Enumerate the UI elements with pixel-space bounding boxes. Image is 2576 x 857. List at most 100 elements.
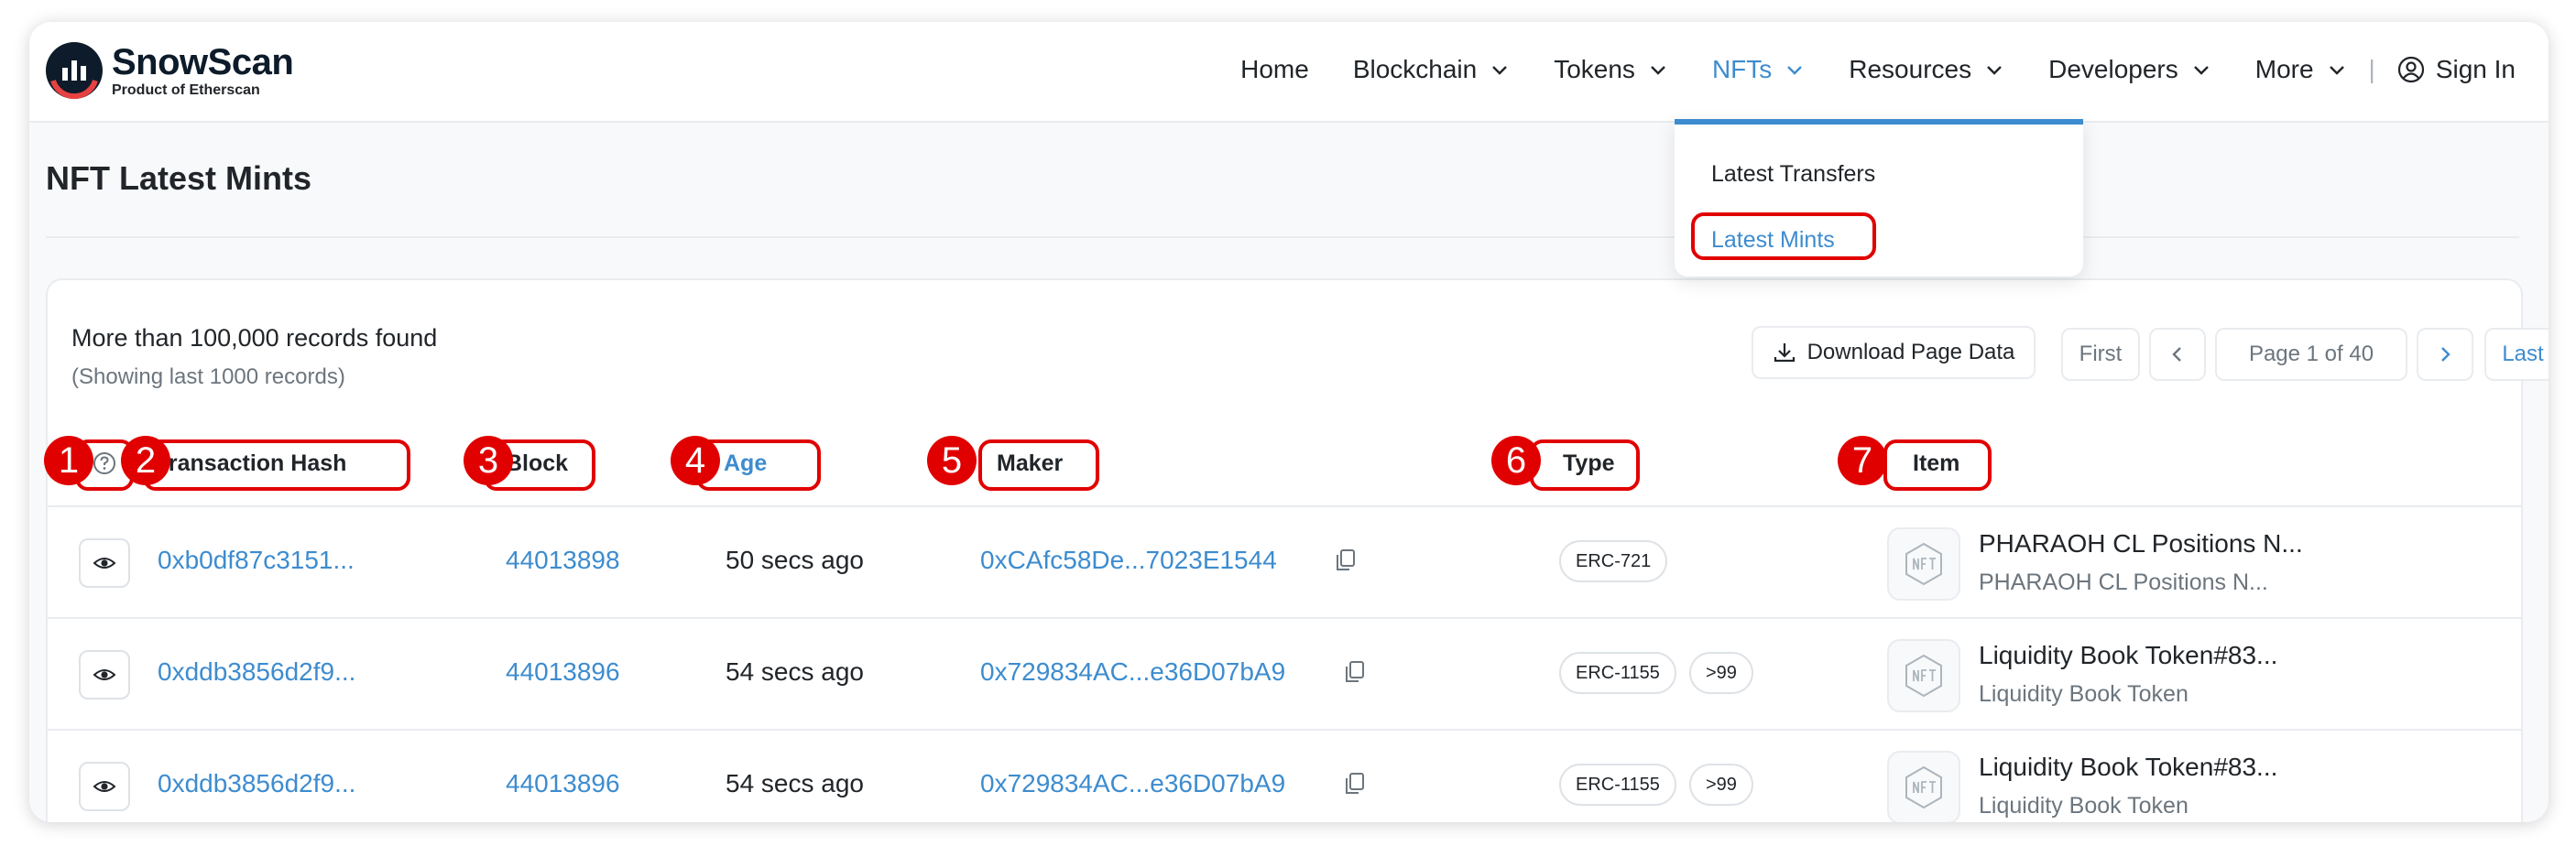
preview-button[interactable]: [79, 538, 130, 588]
nav-separator: |: [2368, 55, 2375, 83]
nft-hexagon-icon: [1905, 542, 1942, 586]
last-page-button[interactable]: Last: [2484, 328, 2549, 381]
eye-icon: [93, 781, 116, 792]
item-collection: Liquidity Book Token: [1979, 681, 2189, 707]
nft-hexagon-icon: [1905, 654, 1942, 698]
highlight-box: [978, 439, 1099, 491]
item-title[interactable]: Liquidity Book Token#83...: [1979, 753, 2277, 782]
block-link[interactable]: 44013896: [506, 657, 620, 687]
records-count: More than 100,000 records found: [71, 324, 438, 352]
tx-hash-link[interactable]: 0xddb3856d2f9...: [158, 769, 355, 798]
browser-window: SnowScan Product of Etherscan Home Block…: [29, 22, 2549, 822]
table-row: 0xddb3856d2f9... 44013896 54 secs ago 0x…: [48, 619, 2521, 731]
nav-home[interactable]: Home: [1240, 55, 1309, 84]
preview-button[interactable]: [79, 762, 130, 811]
token-type-badge: ERC-721: [1559, 540, 1668, 582]
eye-icon: [93, 558, 116, 569]
mints-card: More than 100,000 records found (Showing…: [44, 278, 2549, 822]
nav-tokens-label: Tokens: [1554, 55, 1635, 83]
download-page-data-button[interactable]: Download Page Data: [1752, 326, 2036, 379]
block-link[interactable]: 44013898: [506, 546, 620, 575]
item-title[interactable]: Liquidity Book Token#83...: [1979, 641, 2277, 670]
annotation-badge-3: 3: [464, 436, 513, 485]
copy-icon[interactable]: [1343, 771, 1367, 797]
nav-blockchain[interactable]: Blockchain: [1353, 55, 1510, 84]
nft-placeholder-icon: [1887, 751, 1960, 822]
nav-blockchain-label: Blockchain: [1352, 55, 1478, 83]
menu-item-latest-transfers[interactable]: Latest Transfers: [1711, 161, 1875, 188]
token-type-badge: ERC-1155: [1559, 764, 1676, 806]
snowscan-logo-icon: [46, 42, 103, 100]
chevron-down-icon: [1492, 66, 1508, 75]
table-row: 0xddb3856d2f9... 44013896 54 secs ago 0x…: [48, 731, 2521, 822]
tx-hash-link[interactable]: 0xb0df87c3151...: [158, 546, 355, 575]
annotation-badge-6: 6: [1491, 436, 1541, 485]
chevron-down-icon: [2193, 66, 2209, 75]
chevron-right-icon: [2441, 347, 2450, 362]
prev-page-button[interactable]: [2149, 328, 2206, 381]
annotation-badge-5: 5: [927, 436, 977, 485]
preview-button[interactable]: [79, 650, 130, 700]
token-count-badge: >99: [1689, 764, 1753, 806]
nft-placeholder-icon: [1887, 527, 1960, 601]
nav-resources[interactable]: Resources: [1849, 55, 2004, 84]
page-indicator: Page 1 of 40: [2215, 328, 2407, 381]
copy-icon[interactable]: [1334, 548, 1358, 573]
logo[interactable]: SnowScan Product of Etherscan: [44, 40, 294, 101]
annotation-badge-4: 4: [671, 436, 720, 485]
site-header: SnowScan Product of Etherscan Home Block…: [29, 22, 2549, 123]
age-value: 54 secs ago: [726, 769, 864, 797]
item-title[interactable]: PHARAOH CL Positions N...: [1979, 529, 2303, 559]
nav-developers-label: Developers: [2048, 55, 2178, 83]
nav-nfts[interactable]: NFTs: [1712, 55, 1805, 84]
item-collection: PHARAOH CL Positions N...: [1979, 570, 2268, 595]
annotation-badge-7: 7: [1838, 436, 1887, 485]
tx-hash-link[interactable]: 0xddb3856d2f9...: [158, 657, 355, 687]
nav-home-label: Home: [1240, 55, 1309, 83]
chevron-left-icon: [2172, 347, 2181, 362]
nfts-dropdown-menu: Latest Transfers Latest Mints: [1675, 119, 2083, 277]
highlight-box: [1530, 439, 1640, 491]
user-circle-icon: [2397, 56, 2424, 83]
first-page-button[interactable]: First: [2061, 328, 2140, 381]
annotation-badge-1: 1: [44, 436, 93, 485]
download-label: Download Page Data: [1806, 340, 2015, 364]
table-row: 0xb0df87c3151... 44013898 50 secs ago 0x…: [48, 507, 2521, 619]
age-value: 54 secs ago: [726, 657, 864, 686]
maker-link[interactable]: 0xCAfc58De...7023E1544: [980, 546, 1277, 575]
highlight-box: [1691, 212, 1876, 260]
main-nav: Home Blockchain Tokens NFTs Resources De…: [1196, 55, 2516, 84]
download-icon: [1774, 343, 1795, 363]
item-collection: Liquidity Book Token: [1979, 793, 2189, 819]
block-link[interactable]: 44013896: [506, 769, 620, 798]
nav-more[interactable]: More: [2255, 55, 2347, 84]
nft-hexagon-icon: [1905, 765, 1942, 809]
nav-resources-label: Resources: [1849, 55, 1972, 83]
nft-placeholder-icon: [1887, 639, 1960, 712]
chevron-down-icon: [1987, 66, 2002, 75]
chevron-down-icon: [1787, 66, 1803, 75]
nav-tokens[interactable]: Tokens: [1554, 55, 1668, 84]
sign-in-label: Sign In: [2435, 55, 2516, 83]
annotation-badge-2: 2: [121, 436, 170, 485]
next-page-button[interactable]: [2417, 328, 2473, 381]
maker-link[interactable]: 0x729834AC...e36D07bA9: [980, 769, 1285, 798]
chevron-down-icon: [1651, 66, 1665, 75]
eye-icon: [93, 669, 116, 680]
page-title: NFT Latest Mints: [46, 159, 312, 197]
token-count-badge: >99: [1689, 652, 1753, 694]
nav-more-label: More: [2254, 55, 2314, 83]
age-value: 50 secs ago: [726, 546, 864, 574]
copy-icon[interactable]: [1343, 659, 1367, 685]
highlight-box: [1883, 439, 1992, 491]
records-note: (Showing last 1000 records): [71, 364, 345, 389]
chevron-down-icon: [2329, 66, 2344, 75]
highlight-box: [143, 439, 410, 491]
logo-tagline: Product of Etherscan: [112, 82, 260, 98]
maker-link[interactable]: 0x729834AC...e36D07bA9: [980, 657, 1285, 687]
logo-name: SnowScan: [112, 42, 294, 82]
token-type-badge: ERC-1155: [1559, 652, 1676, 694]
sign-in-link[interactable]: Sign In: [2397, 55, 2516, 84]
nav-developers[interactable]: Developers: [2048, 55, 2211, 84]
divider: [46, 236, 2519, 238]
